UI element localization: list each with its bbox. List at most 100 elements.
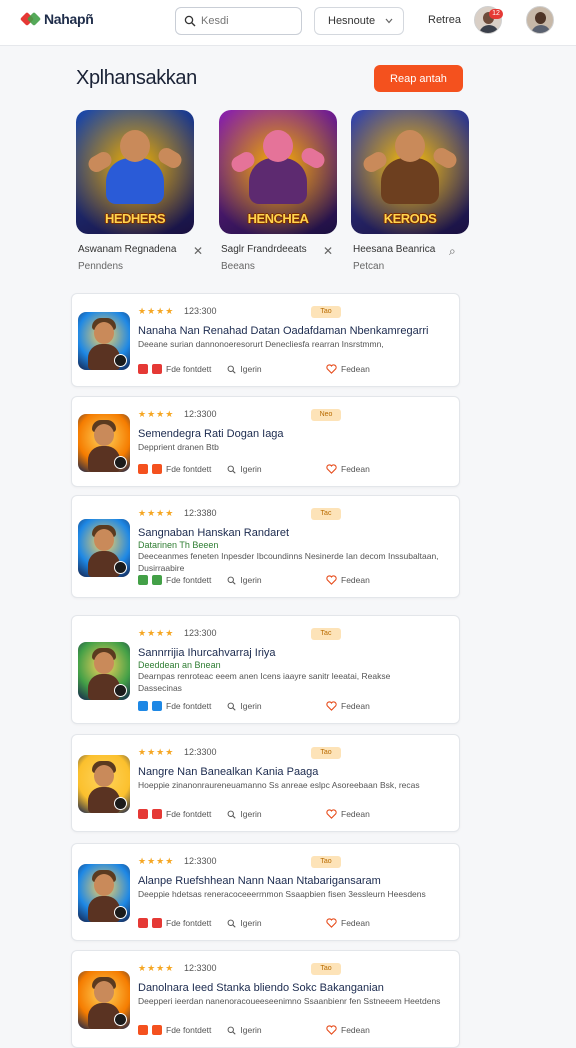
featured-game-banner: HEDHERS (104, 211, 166, 226)
game-description: Dearnpas renroteac eeem anen Icens iaayr… (138, 671, 391, 681)
game-thumbnail[interactable] (78, 641, 130, 700)
game-thumbnail[interactable] (78, 755, 130, 813)
close-icon[interactable]: ✕ (323, 244, 333, 258)
game-thumbnail[interactable] (78, 413, 130, 472)
game-list-item[interactable]: ★★★★ 12:3300 Tao Alanpe Ruefshhean Nann … (71, 843, 460, 941)
featured-game-art[interactable]: HENCHEA (219, 110, 337, 234)
featured-game-subtitle: Beeans (221, 261, 255, 272)
game-actions: Fde fontdett Igerin (138, 701, 262, 711)
platform-icon (152, 809, 162, 819)
brand-logo[interactable]: Nahapñ (19, 10, 94, 28)
favorite-label: Fedean (341, 364, 370, 374)
platform-icon (152, 701, 162, 711)
game-thumbnail[interactable] (78, 864, 130, 922)
play-icon (114, 1013, 127, 1026)
action-link[interactable]: Fde fontdett (166, 809, 211, 819)
search-link[interactable]: Igerin (240, 918, 261, 928)
platform-icon (138, 701, 148, 711)
game-title[interactable]: Danolnara Ieed Stanka bliendo Sokc Bakan… (138, 982, 384, 994)
search-link[interactable]: Igerin (240, 701, 261, 711)
platform-icon (152, 918, 162, 928)
favorite-button[interactable]: Fedean (326, 464, 370, 474)
status-badge: Tao (311, 963, 341, 975)
game-description: Deeane surian dannonoeresorurt Deneclies… (138, 339, 384, 349)
favorite-label: Fedean (341, 464, 370, 474)
action-link[interactable]: Fde fontdett (166, 1025, 211, 1035)
game-description: Depprient dranen Btb (138, 442, 219, 452)
platform-icon (138, 918, 148, 928)
game-actions: Fde fontdett Igerin (138, 918, 262, 928)
favorite-button[interactable]: Fedean (326, 1025, 370, 1035)
status-badge: Tac (311, 508, 341, 520)
heart-icon (326, 364, 337, 374)
platform-icon (152, 464, 162, 474)
search-icon (184, 15, 196, 27)
search-icon (227, 810, 236, 819)
featured-game-card[interactable]: KERODS Heesana Beanrica Petcan ⌕ (351, 110, 469, 272)
search-icon[interactable]: ⌕ (449, 244, 456, 259)
game-title[interactable]: Sannrrijia Ihurcahvarraj Iriya (138, 647, 276, 659)
game-list-item[interactable]: ★★★★ 12:3300 Tao Nangre Nan Banealkan Ka… (71, 734, 460, 832)
action-link[interactable]: Fde fontdett (166, 701, 211, 711)
search-icon (227, 365, 236, 374)
favorite-label: Fedean (341, 575, 370, 585)
game-actions: Fde fontdett Igerin (138, 1025, 262, 1035)
search-link[interactable]: Igerin (240, 575, 261, 585)
rating-value: 123:300 (184, 306, 217, 316)
search-link[interactable]: Igerin (240, 809, 261, 819)
search-icon (227, 1026, 236, 1035)
platform-icon (152, 364, 162, 374)
featured-game-card[interactable]: HEDHERS Aswanam Regnadena Penndens ✕ (76, 110, 203, 272)
top-bar: Nahapñ Hesnoute Retrea 12 (0, 0, 576, 46)
brand-name: Nahapñ (44, 11, 94, 27)
favorite-button[interactable]: Fedean (326, 364, 370, 374)
action-link[interactable]: Fde fontdett (166, 364, 211, 374)
game-title[interactable]: Semendegra Rati Dogan Iaga (138, 428, 284, 440)
play-icon (114, 906, 127, 919)
game-list-item[interactable]: ★★★★ 123:300 Tac Sannrrijia Ihurcahvarra… (71, 615, 460, 724)
rating-stars-icon: ★★★★ (138, 747, 175, 757)
nav-link[interactable]: Retrea (428, 14, 461, 26)
game-title[interactable]: Nanaha Nan Renahad Datan Oadafdaman Nben… (138, 325, 428, 337)
search-input[interactable] (201, 15, 291, 27)
favorite-button[interactable]: Fedean (326, 809, 370, 819)
search-link[interactable]: Igerin (240, 364, 261, 374)
game-thumbnail[interactable] (78, 312, 130, 370)
action-link[interactable]: Fde fontdett (166, 464, 211, 474)
game-title[interactable]: Nangre Nan Banealkan Kania Paaga (138, 766, 318, 778)
close-icon[interactable]: ✕ (193, 244, 203, 258)
featured-game-art[interactable]: HEDHERS (76, 110, 194, 234)
game-thumbnail[interactable] (78, 971, 130, 1029)
status-badge: Tac (311, 628, 341, 640)
page-title: Xplhansakkan (76, 67, 197, 89)
primary-action-button[interactable]: Reap antah (374, 65, 463, 92)
heart-icon (326, 918, 337, 928)
rating-value: 12:3300 (184, 856, 217, 866)
game-description: Deeppie hdetsas reneracoceeerrnmon Ssaap… (138, 889, 426, 899)
game-list-item[interactable]: ★★★★ 123:300 Tao Nanaha Nan Renahad Data… (71, 293, 460, 387)
favorite-button[interactable]: Fedean (326, 575, 370, 585)
search-link[interactable]: Igerin (240, 464, 261, 474)
featured-game-art[interactable]: KERODS (351, 110, 469, 234)
game-title[interactable]: Alanpe Ruefshhean Nann Naan Ntabarigansa… (138, 875, 381, 887)
game-list-item[interactable]: ★★★★ 12:3300 Neo Semendegra Rati Dogan I… (71, 396, 460, 487)
game-title[interactable]: Sangnaban Hanskan Randaret (138, 527, 289, 539)
favorite-button[interactable]: Fedean (326, 918, 370, 928)
game-thumbnail[interactable] (78, 518, 130, 577)
search-box[interactable] (175, 7, 302, 35)
category-dropdown[interactable]: Hesnoute (314, 7, 404, 35)
featured-game-card[interactable]: HENCHEA Saglr Frandrdeeats Beeans ✕ (219, 110, 337, 272)
favorite-button[interactable]: Fedean (326, 701, 370, 711)
game-actions: Fde fontdett Igerin (138, 364, 262, 374)
search-icon (227, 702, 236, 711)
game-list-item[interactable]: ★★★★ 12:3300 Tao Danolnara Ieed Stanka b… (71, 950, 460, 1048)
action-link[interactable]: Fde fontdett (166, 575, 211, 585)
heart-icon (326, 701, 337, 711)
avatar-user-b[interactable] (526, 6, 554, 34)
rating-stars-icon: ★★★★ (138, 963, 175, 973)
search-link[interactable]: Igerin (240, 1025, 261, 1035)
game-actions: Fde fontdett Igerin (138, 809, 262, 819)
game-list-item[interactable]: ★★★★ 12:3380 Tac Sangnaban Hanskan Randa… (71, 495, 460, 598)
platform-icon (152, 575, 162, 585)
action-link[interactable]: Fde fontdett (166, 918, 211, 928)
